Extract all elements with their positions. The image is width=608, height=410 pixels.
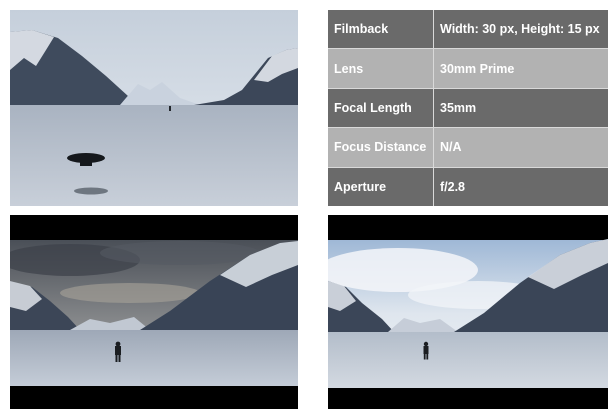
cloud [100, 241, 260, 265]
table-row-lens: Lens 30mm Prime [328, 48, 608, 88]
render-frame-drone [10, 10, 298, 206]
camera-settings-table: Filmback Width: 30 px, Height: 15 px Len… [328, 10, 608, 207]
filmback-value: Width: 30 px, Height: 15 px [433, 10, 608, 49]
aperture-value: f/2.8 [433, 167, 608, 207]
drone-body [80, 162, 92, 166]
focal-length-value: 35mm [433, 88, 608, 128]
distant-figure [169, 106, 171, 111]
focus-distance-value: N/A [433, 128, 608, 167]
aperture-label: Aperture [334, 179, 387, 194]
frozen-lake [328, 332, 608, 388]
frozen-lake [10, 105, 298, 206]
render-frame-cloudy [10, 215, 298, 409]
lens-label: Lens [334, 61, 364, 76]
table-row-focal-length: Focal Length 35mm [328, 87, 608, 128]
drone-scene-image [10, 10, 298, 206]
cloud [60, 283, 200, 303]
filmback-label: Filmback [334, 22, 389, 37]
table-row-aperture: Aperture f/2.8 [328, 166, 608, 207]
render-frame-bright [328, 215, 608, 409]
cloudy-scene-image [10, 215, 298, 409]
drone-shadow [74, 187, 108, 195]
drone [67, 153, 105, 163]
table-row-filmback: Filmback Width: 30 px, Height: 15 px [328, 10, 608, 49]
frozen-lake [10, 330, 298, 386]
focus-distance-label: Focus Distance [334, 140, 427, 155]
lens-value: 30mm Prime [433, 49, 608, 88]
bright-scene-image [328, 215, 608, 409]
focal-length-label: Focal Length [334, 101, 412, 116]
table-row-focus-distance: Focus Distance N/A [328, 127, 608, 167]
